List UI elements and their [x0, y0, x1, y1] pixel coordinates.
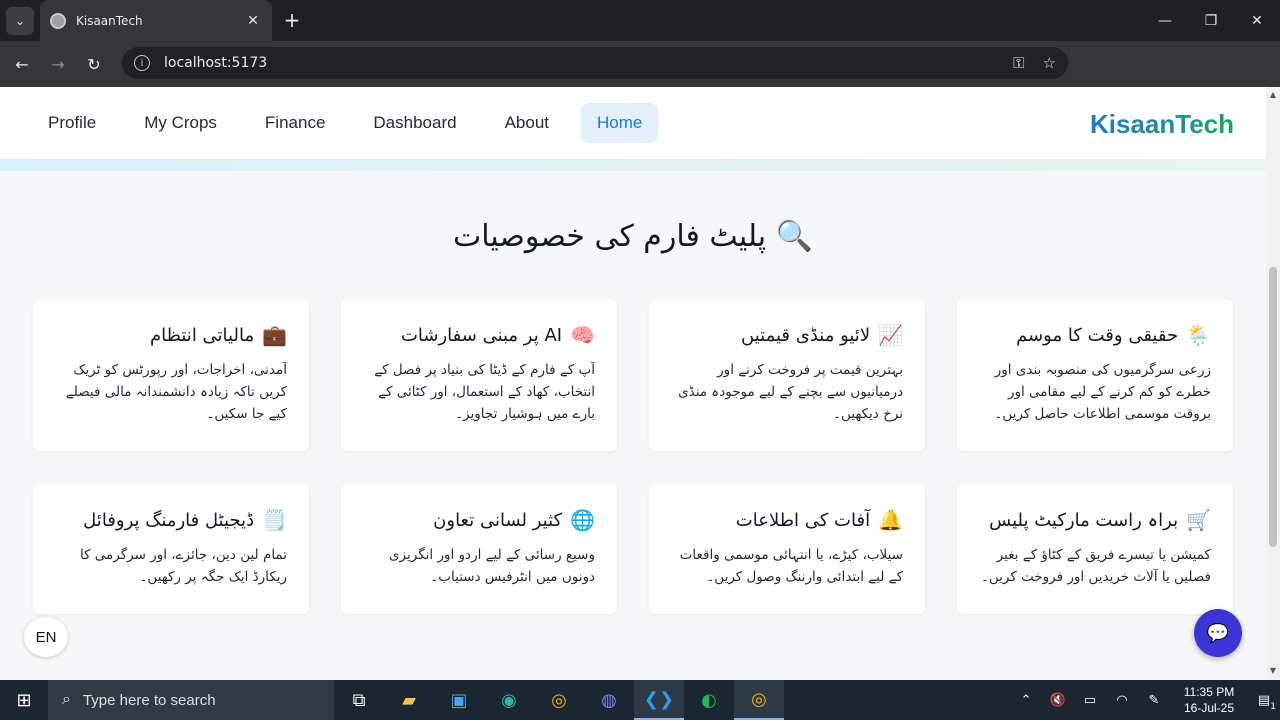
task-view-icon[interactable]: ⧉: [334, 680, 384, 720]
key-icon[interactable]: ⚿: [1013, 54, 1024, 72]
wifi-icon[interactable]: ◠: [1106, 693, 1138, 708]
pen-icon[interactable]: ✎: [1138, 693, 1170, 708]
card-title: لائیو منڈی قیمتیں: [741, 324, 871, 346]
chevron-down-icon: ⌄: [14, 13, 26, 28]
chat-button[interactable]: 💬: [1194, 609, 1242, 657]
taskbar-search-placeholder: Type here to search: [82, 691, 216, 709]
card-body: بہترین قیمت پر فروخت کرنے اور درمیانیوں …: [678, 362, 903, 422]
address-bar[interactable]: i localhost:5173 ⚿ ☆: [122, 47, 1068, 79]
hero-strip: [0, 159, 1266, 171]
feature-card-digital-profile: 🗒️ ڈیجیٹل فارمنگ پروفائل تمام لین دین، جا…: [33, 484, 309, 614]
brain-icon: 🧠: [570, 323, 595, 347]
notification-icon[interactable]: ▤ 1: [1248, 693, 1280, 712]
scroll-up-icon[interactable]: ▲: [1269, 91, 1277, 99]
card-title: براہ راست مارکیٹ پلیس: [989, 509, 1179, 531]
section-title: 🔍 پلیٹ فارم کی خصوصیات: [452, 219, 814, 254]
brand-logo[interactable]: KisaanTech: [1090, 109, 1234, 140]
language-toggle-button[interactable]: EN: [24, 617, 68, 657]
nav-my-crops[interactable]: My Crops: [128, 103, 233, 143]
chart-up-icon: 📈: [878, 323, 903, 347]
card-body: کمیشن یا تیسرے فریق کے کٹاؤ کے بغیر فصلی…: [980, 547, 1211, 585]
card-title: مالیاتی انتظام: [149, 324, 255, 346]
feature-card-weather: 🌦️ حقیقی وقت کا موسم زرعی سرگرمیوں کی منص…: [957, 299, 1233, 451]
feature-card-market-prices: 📈 لائیو منڈی قیمتیں بہترین قیمت پر فروخت …: [649, 299, 925, 451]
feature-card-marketplace: 🛒 براہ راست مارکیٹ پلیس کمیشن یا تیسرے فر…: [957, 484, 1233, 614]
card-title: حقیقی وقت کا موسم: [1016, 324, 1179, 346]
clock[interactable]: 11:35 PM 16-Jul-25: [1170, 684, 1248, 716]
tab-search-button[interactable]: ⌄: [6, 6, 34, 35]
card-body: وسیع رسائی کے لیے اردو اور انگریزی دونوں…: [388, 547, 595, 585]
chat-icon: 💬: [1206, 622, 1230, 644]
browser-toolbar: ← → ↻ i localhost:5173 ⚿ ☆ ● – ⧉ ⋮: [0, 41, 1280, 115]
close-icon[interactable]: ✕: [244, 13, 262, 29]
app-navbar: Profile My Crops Finance Dashboard About…: [0, 87, 1266, 159]
feature-card-disaster-alerts: 🔔 آفات کی اطلاعات سیلاب، کیڑے، یا انتہائی…: [649, 484, 925, 614]
nav-about[interactable]: About: [489, 103, 565, 143]
briefcase-icon: 💼: [262, 323, 287, 347]
nav-finance[interactable]: Finance: [249, 103, 341, 143]
system-tray: ⌃ 🔇 ▭ ◠ ✎ 11:35 PM 16-Jul-25 ▤ 1: [1010, 680, 1280, 720]
chrome-icon[interactable]: ◎: [534, 680, 584, 720]
clock-time: 11:35 PM: [1183, 685, 1235, 699]
chrome-active-icon[interactable]: ◎: [734, 680, 784, 720]
taskbar-search[interactable]: ⌕ Type here to search: [48, 680, 334, 720]
url-text: localhost:5173: [164, 55, 268, 71]
scroll-down-icon[interactable]: ▼: [1269, 667, 1277, 675]
forward-button[interactable]: →: [40, 46, 76, 82]
back-button[interactable]: ←: [4, 46, 40, 82]
cart-icon: 🛒: [1186, 508, 1211, 532]
globe-icon: [50, 12, 66, 29]
vscode-icon[interactable]: ❮❯: [634, 680, 684, 720]
browser-tab-bar: ⌄ KisaanTech ✕ + — ❐ ✕: [0, 0, 1280, 41]
edge-icon[interactable]: ◉: [484, 680, 534, 720]
page-scrollbar[interactable]: ▲ ▼: [1266, 87, 1280, 680]
file-explorer-icon[interactable]: ▰: [384, 680, 434, 720]
feature-card-multilingual: 🌐 کثیر لسانی تعاون وسیع رسائی کے لیے اردو…: [341, 484, 617, 614]
battery-icon[interactable]: ▭: [1074, 693, 1106, 708]
nav-profile[interactable]: Profile: [32, 103, 112, 143]
feature-card-finance: 💼 مالیاتی انتظام آمدنی، اخراجات، اور رپور…: [33, 299, 309, 451]
restore-button[interactable]: ❐: [1188, 0, 1234, 41]
search-icon: ⌕: [62, 691, 71, 708]
volume-muted-icon[interactable]: 🔇: [1042, 693, 1074, 708]
bell-icon: 🔔: [878, 508, 903, 532]
taskbar: ⊞ ⌕ Type here to search ⧉ ▰ ▣ ◉ ◎ ◍ ❮❯ ◐…: [0, 680, 1280, 720]
notification-count: 1: [1270, 701, 1276, 712]
nav-home[interactable]: Home: [581, 103, 659, 143]
card-title: ڈیجیٹل فارمنگ پروفائل: [83, 509, 255, 531]
star-icon[interactable]: ☆: [1043, 54, 1056, 72]
card-body: آپ کے فارم کے ڈیٹا کی بنیاد پر فصل کے ان…: [374, 362, 595, 422]
card-body: زرعی سرگرمیوں کی منصوبہ بندی اور خطرے کو…: [994, 362, 1211, 422]
windows-start-button[interactable]: ⊞: [0, 680, 48, 720]
close-window-button[interactable]: ✕: [1234, 0, 1280, 41]
minimize-button[interactable]: —: [1142, 0, 1188, 41]
cloud-icon: 🌦️: [1186, 323, 1211, 347]
card-title: آفات کی اطلاعات: [735, 509, 871, 531]
reload-button[interactable]: ↻: [76, 46, 112, 82]
card-title: کثیر لسانی تعاون: [433, 509, 563, 531]
card-body: آمدنی، اخراجات، اور رپورٹس کو ٹریک کریں …: [65, 362, 287, 422]
page-viewport: Profile My Crops Finance Dashboard About…: [0, 87, 1266, 664]
clock-date: 16-Jul-25: [1183, 701, 1235, 715]
new-tab-button[interactable]: +: [280, 8, 304, 32]
spotify-icon[interactable]: ◐: [684, 680, 734, 720]
card-title: AI پر مبنی سفارشات: [400, 324, 563, 346]
card-body: سیلاب، کیڑے، یا انتہائی موسمی واقعات کے …: [679, 547, 903, 585]
browser-tab[interactable]: KisaanTech ✕: [40, 0, 272, 41]
discord-icon[interactable]: ◍: [584, 680, 634, 720]
globe-icon: 🌐: [570, 508, 595, 532]
notepad-icon: 🗒️: [262, 508, 287, 532]
chevron-up-icon[interactable]: ⌃: [1010, 693, 1042, 708]
card-body: تمام لین دین، جائزے، اور سرگرمی کا ریکار…: [79, 547, 287, 585]
store-icon[interactable]: ▣: [434, 680, 484, 720]
scrollbar-thumb[interactable]: [1269, 267, 1277, 547]
info-icon[interactable]: i: [134, 55, 150, 71]
nav-dashboard[interactable]: Dashboard: [357, 103, 472, 143]
feature-card-ai-recommendations: 🧠 AI پر مبنی سفارشات آپ کے فارم کے ڈیٹا ک…: [341, 299, 617, 451]
tab-title: KisaanTech: [76, 13, 143, 28]
